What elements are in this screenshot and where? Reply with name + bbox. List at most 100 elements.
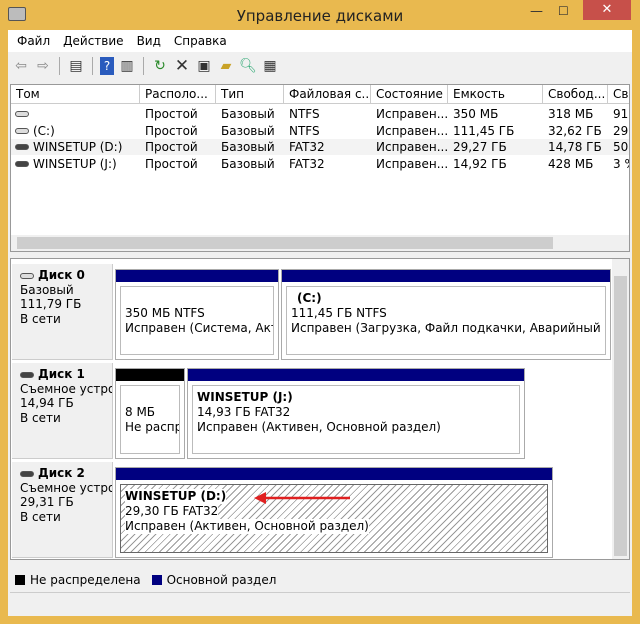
table-cell: Простой — [145, 123, 198, 138]
disk-status: В сети — [20, 509, 61, 524]
partition-size: 14,93 ГБ FAT32 — [197, 405, 291, 419]
separator — [92, 57, 93, 75]
column-header-capacity[interactable]: Емкость — [448, 85, 543, 104]
column-header-status[interactable]: Состояние — [371, 85, 448, 104]
removable-disk-icon — [20, 371, 34, 378]
partition-unallocated[interactable]: 8 МБНе распре — [115, 368, 185, 459]
menu-file[interactable]: Файл — [17, 34, 50, 48]
partition-title: WINSETUP (J:) — [197, 390, 293, 404]
table-cell: Исправен... — [376, 156, 448, 171]
table-cell: (C:) — [33, 123, 55, 138]
settings-icon[interactable]: ▦ — [261, 57, 279, 75]
primary-partition-bar — [282, 270, 610, 282]
table-cell: 428 МБ — [548, 156, 594, 171]
table-row[interactable]: WINSETUP (J:) Простой Базовый FAT32 Исправен… — [11, 156, 629, 172]
disk-management-app-icon — [8, 7, 26, 21]
table-cell: 91 — [613, 107, 629, 121]
column-header-filesystem[interactable]: Файловая с... — [284, 85, 371, 104]
table-cell: 350 МБ — [453, 107, 499, 121]
primary-partition-bar — [116, 468, 552, 480]
table-cell: WINSETUP (J:) — [33, 156, 117, 171]
partition-title: (C:) — [297, 291, 322, 305]
column-header-layout[interactable]: Располо... — [140, 85, 216, 104]
table-cell: Простой — [145, 107, 198, 121]
help-icon[interactable]: ? — [100, 57, 114, 75]
table-cell: 29,27 ГБ — [453, 140, 507, 154]
console-tree-icon[interactable]: ▤ — [67, 57, 85, 75]
table-cell: FAT32 — [289, 156, 325, 171]
properties-icon[interactable]: ▣ — [195, 57, 213, 75]
partition-d-selected[interactable]: WINSETUP (D:) 29,30 ГБ FAT32 Исправен (Акт… — [115, 467, 553, 558]
column-header-volume[interactable]: Том — [11, 85, 140, 104]
table-cell: Исправен... — [376, 140, 448, 154]
disk-0-label[interactable]: Диск 0 Базовый 111,79 ГБ В сети — [12, 264, 113, 360]
table-cell: 14,78 ГБ — [548, 140, 602, 154]
table-cell: 3 % — [613, 156, 629, 171]
table-row[interactable]: Простой Базовый NTFS Исправен... 350 МБ 318 М… — [11, 106, 629, 122]
action-pane-icon[interactable]: ▥ — [118, 57, 136, 75]
vertical-scrollbar-thumb[interactable] — [614, 276, 627, 556]
partition-size: 8 МБ — [125, 405, 156, 419]
table-cell: 318 МБ — [548, 107, 594, 121]
menu-action[interactable]: Действие — [63, 34, 123, 48]
table-row[interactable]: WINSETUP (D:) Простой Базовый FAT32 Исправен… — [11, 139, 629, 155]
partition-title — [125, 291, 269, 306]
menu-view[interactable]: Вид — [137, 34, 161, 48]
legend-primary-partition: Основной раздел — [166, 573, 277, 587]
volume-list: Том Располо... Тип Файловая с... Состоян… — [10, 84, 630, 252]
partition-state: Исправен (Активен, Основной раздел) — [125, 519, 369, 534]
maximize-button[interactable]: ☐ — [558, 4, 578, 18]
menu-bar: Файл Действие Вид Справка — [8, 30, 632, 52]
partition-c[interactable]: (C:) 111,45 ГБ NTFS Исправен (Загрузка, Фа… — [281, 269, 611, 360]
horizontal-scrollbar-thumb[interactable] — [17, 237, 553, 249]
delete-icon[interactable]: ✕ — [173, 56, 191, 76]
column-header-free[interactable]: Свобод... — [543, 85, 608, 104]
partition-j[interactable]: WINSETUP (J:) 14,93 ГБ FAT32 Исправен (Акт… — [187, 368, 525, 459]
table-cell: Базовый — [221, 107, 275, 121]
disk-graphical-view: Диск 0 Базовый 111,79 ГБ В сети 350 МБ N… — [10, 258, 630, 560]
table-cell: Простой — [145, 140, 198, 154]
disk-type: Базовый — [20, 282, 74, 297]
table-row[interactable]: (C:) Простой Базовый NTFS Исправен... 111,45 … — [11, 123, 629, 139]
disk-name: Диск 2 — [38, 466, 85, 480]
table-cell: WINSETUP (D:) — [33, 140, 123, 154]
disk-1-label[interactable]: Диск 1 Съемное устрои 14,94 ГБ В сети — [12, 363, 113, 459]
disk-2-label[interactable]: Диск 2 Съемное устрои 29,31 ГБ В сети — [12, 462, 113, 558]
open-icon[interactable]: ▰ — [217, 57, 235, 75]
separator — [59, 57, 60, 75]
primary-partition-swatch — [151, 575, 162, 585]
column-header-free-percent[interactable]: Св — [608, 85, 629, 104]
table-cell: Базовый — [221, 156, 275, 171]
refresh-icon[interactable]: ↻ — [151, 57, 169, 75]
table-cell: 29 — [613, 123, 629, 138]
toolbar: ⇦ ⇨ ▤ ? ▥ ↻ ✕ ▣ ▰ 🔍︎ ▦ — [8, 52, 632, 80]
disk-status: В сети — [20, 410, 61, 425]
disk-size: 29,31 ГБ — [20, 495, 74, 509]
table-cell: Базовый — [221, 123, 275, 138]
forward-icon[interactable]: ⇨ — [34, 57, 52, 75]
search-icon[interactable]: 🔍︎ — [239, 57, 257, 75]
status-bar — [10, 592, 630, 612]
table-cell: FAT32 — [289, 140, 325, 154]
table-cell: NTFS — [289, 123, 320, 138]
partition-state: Исправен (Система, Активе — [125, 321, 273, 335]
back-icon[interactable]: ⇦ — [12, 57, 30, 75]
disk-type: Съемное устрои — [20, 480, 112, 495]
table-cell: 32,62 ГБ — [548, 123, 602, 138]
unallocated-swatch — [15, 575, 25, 585]
partition-size: 111,45 ГБ NTFS — [291, 306, 387, 320]
red-arrow-annotation-icon — [254, 492, 350, 504]
partition-size: 350 МБ NTFS — [125, 306, 205, 320]
partition-title: WINSETUP (D:) — [125, 489, 227, 504]
disk-size: 111,79 ГБ — [20, 297, 82, 311]
close-button[interactable]: ✕ — [583, 0, 631, 20]
menu-help[interactable]: Справка — [174, 34, 227, 48]
legend-unallocated: Не распределена — [30, 573, 141, 587]
partition-size: 29,30 ГБ FAT32 — [125, 504, 219, 519]
partition-system-reserved[interactable]: 350 МБ NTFSИсправен (Система, Активе — [115, 269, 279, 360]
minimize-button[interactable]: — — [530, 4, 550, 19]
disk-icon — [20, 272, 34, 279]
table-cell: 14,92 ГБ — [453, 156, 507, 171]
volume-icon — [15, 111, 29, 117]
column-header-type[interactable]: Тип — [216, 85, 284, 104]
